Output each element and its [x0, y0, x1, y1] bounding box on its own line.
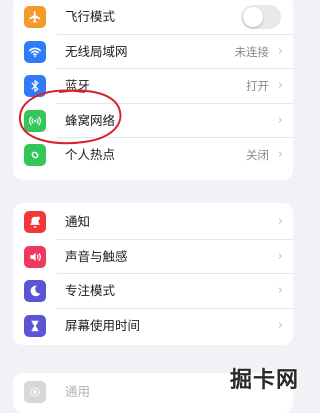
settings-row-bluetooth[interactable]: 蓝牙 打开 › [13, 69, 293, 104]
settings-row-focus[interactable]: 专注模式 › [13, 274, 293, 309]
chevron-right-icon: › [277, 283, 283, 298]
chevron-right-icon: › [277, 43, 283, 59]
settings-row-label: 个人热点 [65, 147, 116, 162]
chevron-right-icon: › [277, 78, 283, 93]
chevron-right-icon: › [277, 112, 283, 128]
cellular-icon [24, 109, 46, 132]
settings-row-label: 无线局域网 [65, 43, 128, 59]
bluetooth-icon [24, 75, 46, 97]
bell-icon [24, 211, 46, 233]
settings-row-label: 通知 [65, 214, 91, 229]
hotspot-status: 关闭 [246, 148, 269, 162]
chevron-right-icon: › [277, 317, 283, 333]
wifi-icon [24, 40, 46, 63]
settings-row-label: 专注模式 [65, 283, 116, 298]
settings-row-cellular[interactable]: 蜂窝网络 › [13, 104, 293, 138]
speaker-icon [24, 245, 46, 268]
settings-row-sounds-haptics[interactable]: 声音与触感 › [13, 240, 293, 274]
settings-row-screen-time[interactable]: 屏幕使用时间 › [13, 309, 293, 344]
settings-row-label: 飞行模式 [65, 9, 116, 24]
chevron-right-icon: › [277, 147, 283, 162]
wifi-status: 未连接 [234, 44, 270, 59]
settings-row-label: 蓝牙 [65, 78, 91, 93]
settings-row-wifi[interactable]: 无线局域网 未连接 › [13, 35, 293, 69]
airplane-icon [24, 6, 46, 28]
watermark-text: 掘卡网 [229, 368, 299, 393]
settings-row-label: 通用 [65, 384, 91, 399]
settings-row-personal-hotspot[interactable]: 个人热点 关闭 › [13, 138, 293, 173]
hotspot-icon [24, 144, 46, 166]
airplane-mode-toggle[interactable] [241, 5, 281, 29]
settings-row-label: 蜂窝网络 [65, 112, 116, 128]
bluetooth-status: 打开 [246, 79, 269, 93]
settings-row-airplane-mode[interactable]: 飞行模式 [13, 0, 293, 35]
settings-group-notifications: 通知 › 声音与触感 › 专注模式 › 屏幕使用时间 › [13, 203, 293, 345]
moon-icon [24, 280, 46, 302]
chevron-right-icon: › [277, 248, 283, 264]
hourglass-icon [24, 314, 46, 337]
settings-group-connectivity: 飞行模式 无线局域网 未连接 › 蓝牙 打开 › 蜂窝网络 › 个人热点 关闭 … [13, 0, 293, 180]
settings-row-notifications[interactable]: 通知 › [13, 205, 293, 240]
settings-row-label: 屏幕使用时间 [65, 317, 141, 333]
settings-row-label: 声音与触感 [65, 248, 128, 264]
chevron-right-icon: › [277, 214, 283, 229]
toggle-knob [243, 7, 263, 27]
